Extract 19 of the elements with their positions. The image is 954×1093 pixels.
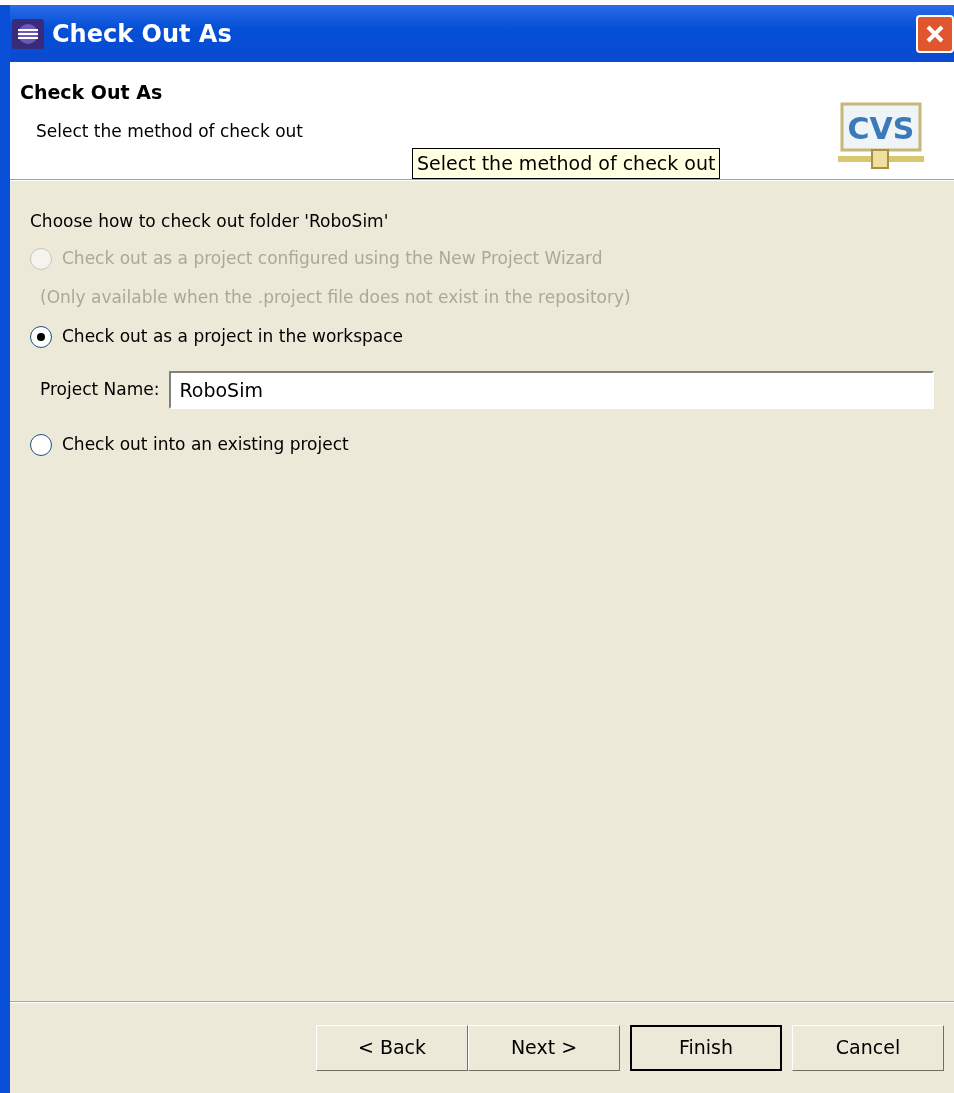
radio-label[interactable]: Check out as a project in the workspace [62, 323, 404, 350]
tooltip: Select the method of check out [412, 148, 721, 179]
radio-label[interactable]: Check out into an existing project [62, 431, 349, 458]
close-button[interactable] [916, 14, 954, 53]
radio-button[interactable] [30, 433, 52, 456]
input-field[interactable]: RoboSim [169, 370, 934, 409]
dialog-button[interactable]: Next > [468, 1024, 620, 1071]
dialog-button[interactable]: Finish [630, 1024, 782, 1071]
page-description: Select the method of check out [36, 119, 303, 143]
radio-button[interactable] [30, 325, 52, 348]
hint-text: (Only available when the .project file does not exist in the repository) [40, 285, 631, 309]
field-label: Project Name: [40, 377, 160, 401]
dialog-button[interactable]: Cancel [792, 1024, 944, 1071]
app-icon [12, 18, 44, 49]
radio-label: Check out as a project configured using the New Project Wizard [62, 246, 603, 270]
dialog-button[interactable]: < Back [316, 1024, 468, 1071]
window-title: Check Out As [52, 18, 232, 50]
page-title: Check Out As [20, 80, 164, 105]
prompt-label: Choose how to check out folder 'RoboSim' [30, 210, 390, 233]
